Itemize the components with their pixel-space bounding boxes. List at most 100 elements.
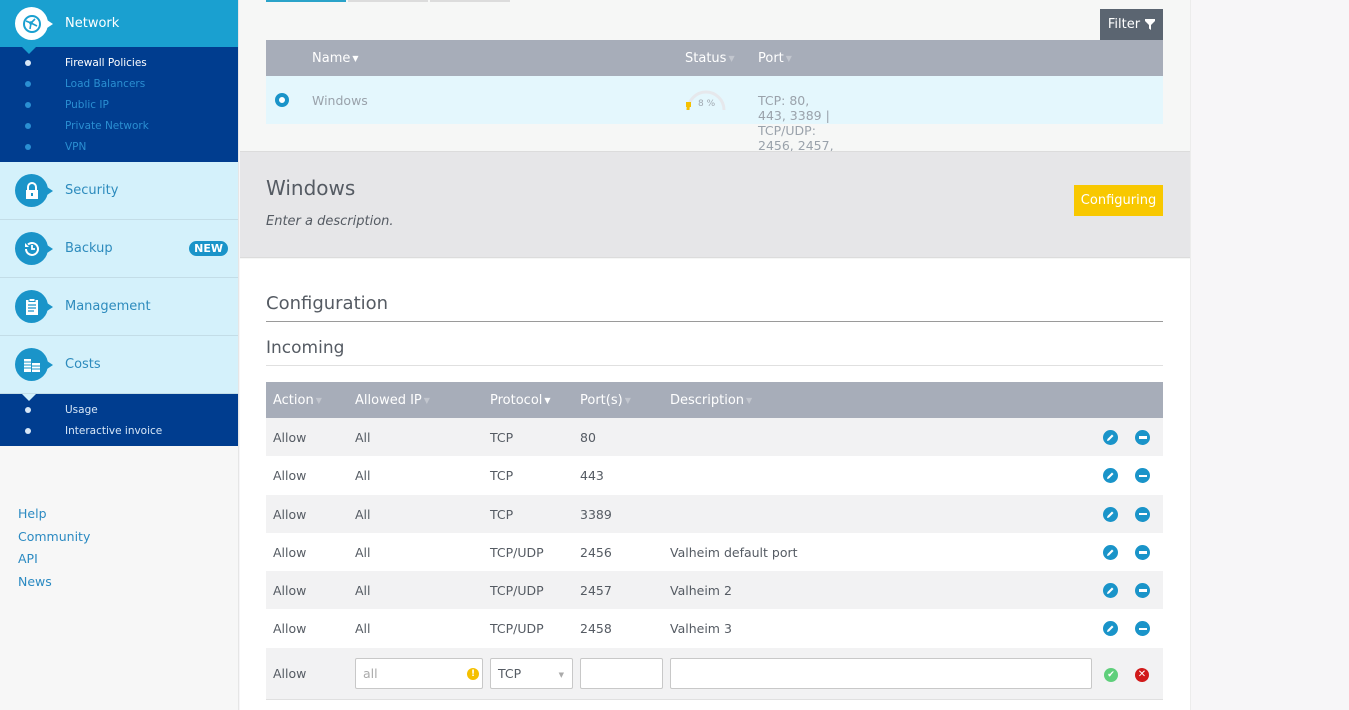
remove-minus-icon[interactable] [1135,621,1150,637]
confirm-check-icon[interactable]: ✔ [1104,667,1118,682]
sub-item-label: Firewall Policies [65,56,147,69]
filter-button[interactable]: Filter [1100,9,1163,40]
rule-description: Valheim 3 [670,621,732,637]
news-link[interactable]: News [18,571,90,594]
rule-port: 2457 [580,583,612,599]
rule-port: 2456 [580,544,612,560]
rule-allowed-ip: All [355,430,371,445]
nav-backup-label: Backup [65,241,113,256]
col-protocol[interactable]: Protocol ▼ [490,393,551,408]
rule-protocol: TCP [490,430,514,445]
col-name-label: Name [312,51,351,66]
remove-minus-icon[interactable] [1135,468,1150,484]
bullet-icon [25,59,31,66]
nav-backup[interactable]: Backup NEW [0,220,238,278]
policy-name: Windows [312,93,368,108]
nav-network[interactable]: Network [0,0,238,47]
status-gauge: 8 % [684,88,728,112]
sidebar-item-load-balancers[interactable]: Load Balancers [0,73,238,94]
policy-row[interactable]: Windows 8 % TCP: 80, 443, 3389 | TCP/UDP… [266,76,1163,168]
sort-caret-icon: ▼ [785,54,792,63]
globe-icon [15,7,53,40]
description-input[interactable] [670,657,1092,689]
rule-protocol: TCP [490,506,514,522]
bullet-icon [25,143,31,150]
cancel-x-icon[interactable]: ✕ [1135,667,1149,682]
col-allowed-ip[interactable]: Allowed IP ▼ [355,393,430,408]
edit-pencil-icon[interactable] [1103,621,1118,637]
nav-management[interactable]: Management [0,278,238,336]
sidebar-item-firewall-policies[interactable]: Firewall Policies [0,52,238,73]
col-port[interactable]: Port ▼ [758,51,792,66]
edit-pencil-icon[interactable] [1103,544,1118,560]
col-label: Allowed IP [355,393,422,408]
nav-security[interactable]: Security [0,162,238,220]
tab-3[interactable] [430,0,510,2]
protocol-select[interactable]: TCP ▼ [490,657,573,689]
remove-minus-icon[interactable] [1135,430,1150,445]
allowed-ip-input[interactable]: all! [355,657,483,689]
bullet-icon [25,122,31,129]
sidebar-item-interactive-invoice[interactable]: Interactive invoice [0,420,238,441]
sidebar: Network Firewall Policies Load Balancers… [0,0,239,710]
rule-protocol: TCP [490,468,514,484]
history-clock-icon [15,232,53,265]
sort-caret-icon: ▼ [728,54,735,63]
col-action[interactable]: Action ▼ [273,393,322,408]
nav-costs-label: Costs [65,357,101,372]
sort-caret-icon: ▼ [746,396,753,405]
sub-item-label: Interactive invoice [65,424,163,437]
remove-minus-icon[interactable] [1135,583,1150,599]
edit-pencil-icon[interactable] [1103,506,1118,522]
sort-caret-icon: ▼ [544,396,551,405]
right-pane [1190,0,1349,710]
sidebar-item-public-ip[interactable]: Public IP [0,94,238,115]
tab-1[interactable] [266,0,346,2]
rule-action: Allow [273,468,307,484]
col-description[interactable]: Description ▼ [670,393,752,408]
rule-row: Allow All TCP 80 [266,418,1163,457]
edit-pencil-icon[interactable] [1103,430,1118,445]
api-link[interactable]: API [18,548,90,571]
selected-radio[interactable] [275,93,289,107]
tab-2[interactable] [348,0,428,2]
ip-placeholder: all [363,665,378,681]
col-status[interactable]: Status ▼ [685,51,735,66]
community-link[interactable]: Community [18,526,90,549]
col-label: Port(s) [580,393,623,408]
port-input[interactable] [580,657,663,689]
edit-pencil-icon[interactable] [1103,468,1118,484]
col-ports[interactable]: Port(s) ▼ [580,393,631,408]
policy-detail-header: Windows Enter a description. Configuring [240,151,1190,258]
sub-item-label: VPN [65,140,87,153]
remove-minus-icon[interactable] [1135,506,1150,522]
col-label: Protocol [490,393,543,408]
sidebar-item-vpn[interactable]: VPN [0,136,238,157]
sub-item-label: Usage [65,403,98,416]
rule-port: 443 [580,468,604,484]
nav-costs[interactable]: Costs [0,336,238,394]
bullet-icon [25,101,31,108]
sidebar-item-usage[interactable]: Usage [0,399,238,420]
warning-icon: ! [467,667,479,680]
remove-minus-icon[interactable] [1135,544,1150,560]
policy-title[interactable]: Windows [266,176,355,200]
rule-action: Allow [273,583,307,599]
help-link[interactable]: Help [18,503,90,526]
col-label: Action [273,393,314,408]
policy-description[interactable]: Enter a description. [266,214,394,229]
sort-caret-icon: ▼ [624,396,631,405]
rule-action: Allow [273,430,307,445]
status-percent: 8 % [698,99,716,109]
configuring-status-button[interactable]: Configuring [1074,185,1163,216]
edit-pencil-icon[interactable] [1103,583,1118,599]
footer-links: Help Community API News [18,503,90,593]
rule-allowed-ip: All [355,544,371,560]
sidebar-item-private-network[interactable]: Private Network [0,115,238,136]
col-name[interactable]: Name ▼ [312,51,359,66]
bullet-icon [25,80,31,87]
clipboard-icon [15,290,53,323]
rule-action: Allow [273,621,307,637]
new-badge: NEW [189,241,228,256]
sub-item-label: Private Network [65,119,149,132]
